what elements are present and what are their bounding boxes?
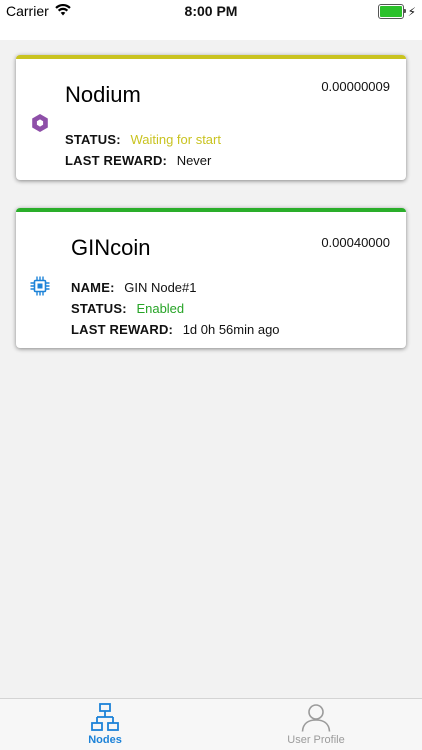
tab-nodes[interactable]: Nodes [45,702,165,746]
name-row: NAME: GIN Node#1 [71,280,197,295]
status-bar-right: ⚡ [377,4,416,19]
status-row: STATUS: Waiting for start [65,132,221,147]
name-label: NAME: [71,280,115,295]
card-status-bar [16,55,406,59]
tab-user-profile-label: User Profile [287,734,345,746]
card-status-bar [16,208,406,212]
last-reward-value: Never [176,153,212,168]
coin-amount: 0.00000009 [321,79,390,94]
chip-coin-icon [29,275,51,297]
tab-bar: Nodes User Profile [0,698,422,750]
network-icon [91,703,119,731]
status-value: Enabled [136,301,185,316]
tab-user-profile[interactable]: User Profile [256,702,376,746]
last-reward-value: 1d 0h 56min ago [182,322,280,337]
last-reward-label: LAST REWARD: [65,153,168,168]
coin-amount: 0.00040000 [321,235,390,250]
status-value: Waiting for start [130,132,221,147]
status-row: STATUS: Enabled [71,301,184,316]
status-bar-time: 8:00 PM [184,3,238,19]
last-reward-row: LAST REWARD: Never [65,153,211,168]
status-label: STATUS: [71,301,127,316]
last-reward-label: LAST REWARD: [71,322,174,337]
tab-nodes-label: Nodes [88,734,122,746]
battery-icon [377,4,406,19]
status-label: STATUS: [65,132,121,147]
hexagon-coin-icon [29,112,51,134]
node-card-gincoin[interactable]: GINcoin 0.00040000 NAME: GIN Node#1 STAT… [16,208,406,348]
user-icon [301,704,331,732]
name-value: GIN Node#1 [124,280,197,295]
charging-bolt-icon: ⚡ [407,4,416,19]
coin-title: GINcoin [71,235,151,260]
coin-title: Nodium [65,82,141,107]
node-card-nodium[interactable]: Nodium 0.00000009 STATUS: Waiting for st… [16,55,406,180]
last-reward-row: LAST REWARD: 1d 0h 56min ago [71,322,280,337]
status-bar: Carrier 8:00 PM ⚡ [0,0,422,40]
